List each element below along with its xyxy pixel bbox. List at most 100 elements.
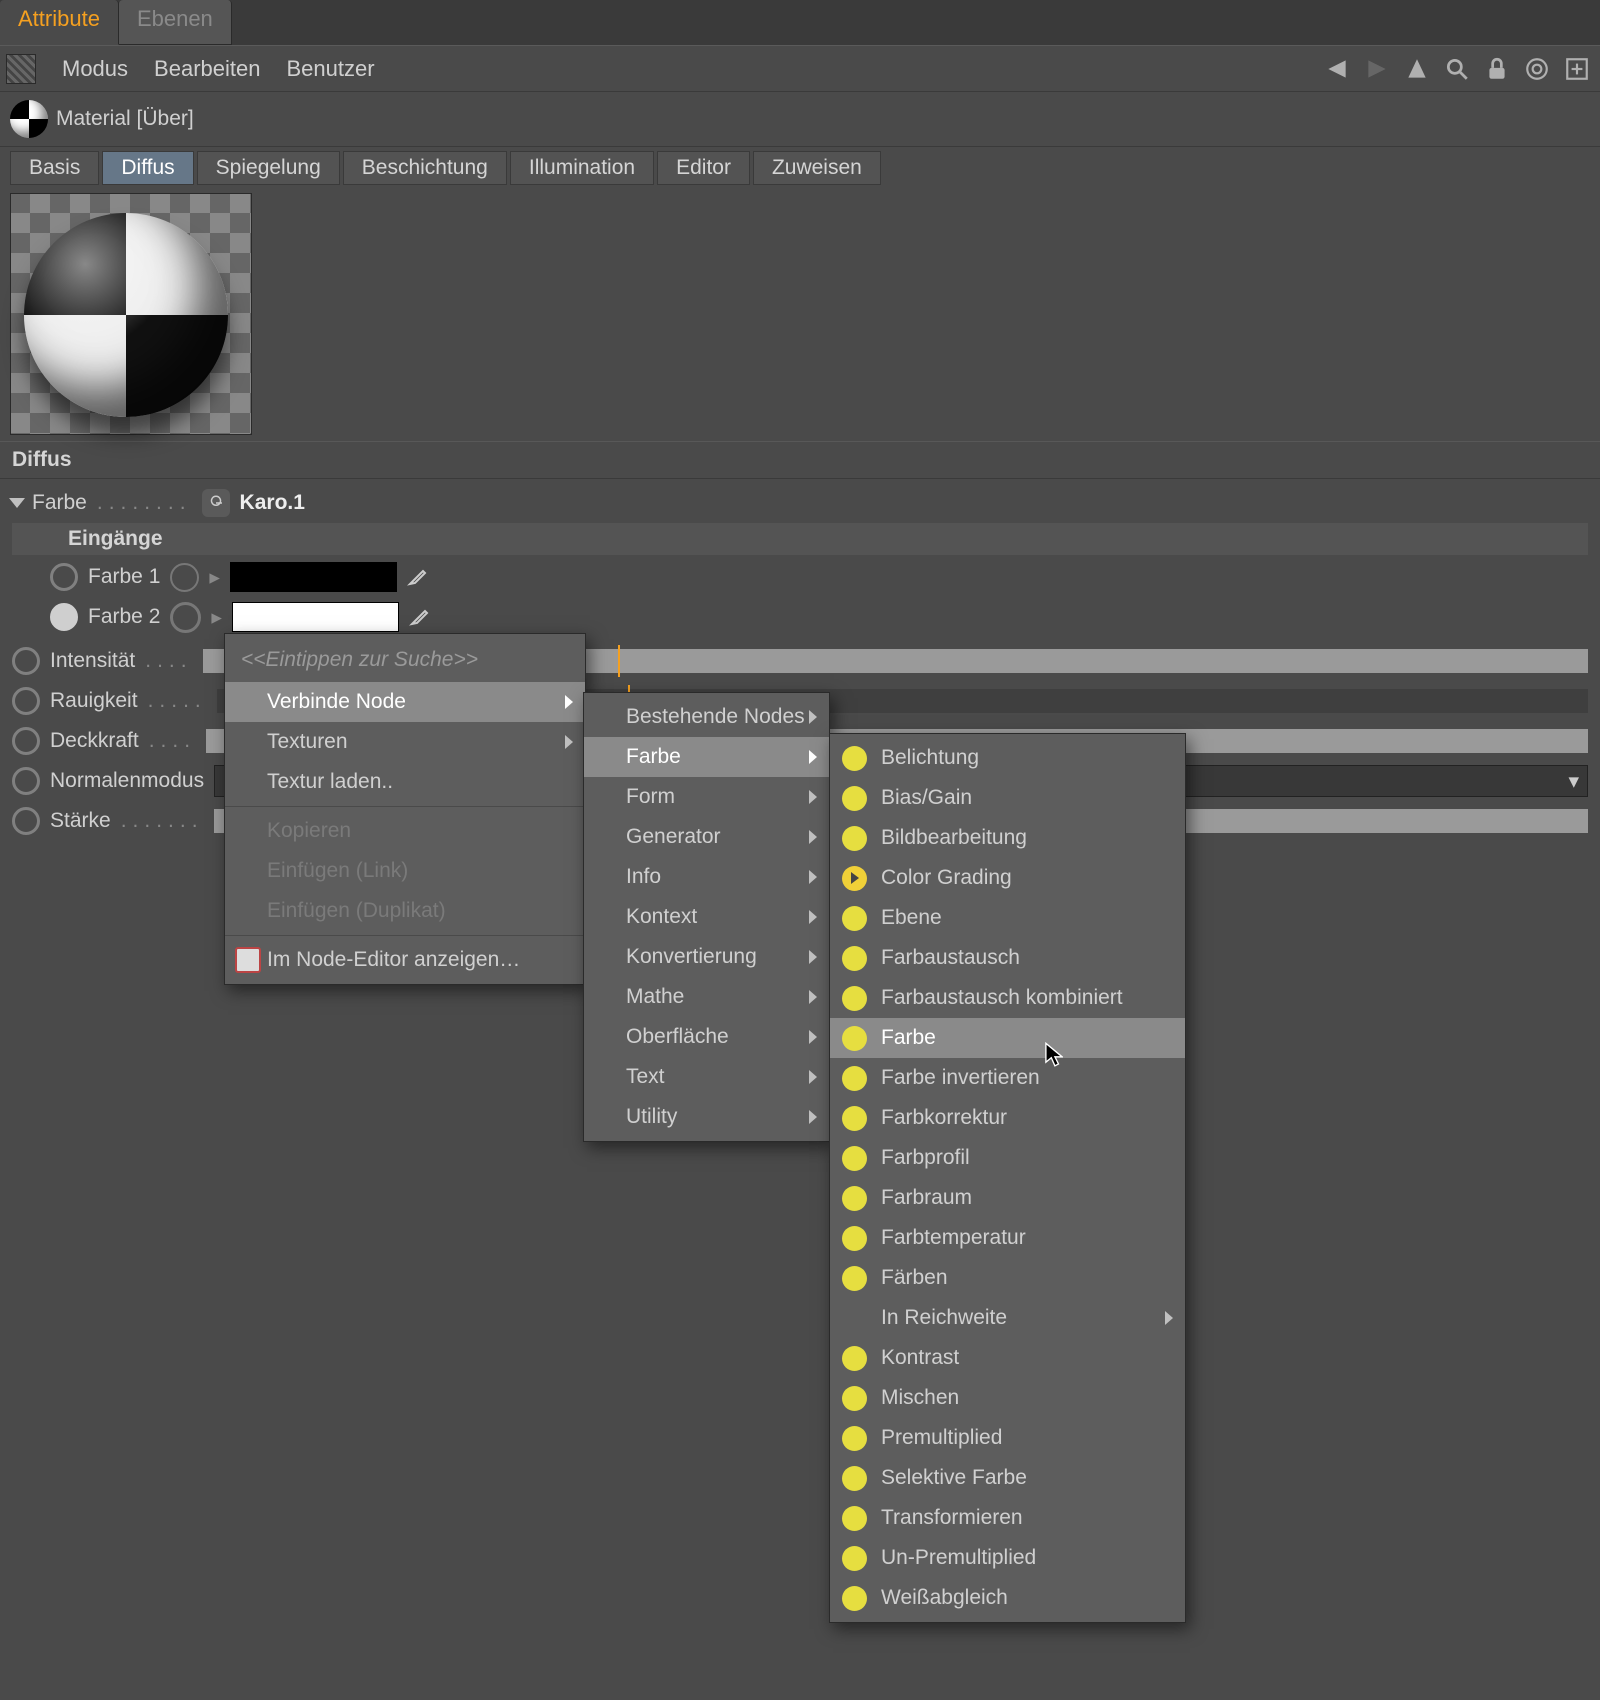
chevron-down-icon: ▾ — [1568, 769, 1579, 794]
ctx3-item[interactable]: Färben — [830, 1258, 1185, 1298]
node-dot-icon — [842, 1586, 867, 1611]
search-icon[interactable] — [1444, 56, 1470, 82]
ctx2-text[interactable]: Text — [584, 1057, 829, 1097]
tab-zuweisen[interactable]: Zuweisen — [753, 151, 881, 185]
port-rauigkeit[interactable] — [12, 687, 40, 715]
ctx2-kontext[interactable]: Kontext — [584, 897, 829, 937]
tab-illumination[interactable]: Illumination — [510, 151, 654, 185]
texture-slot-farbe2[interactable] — [170, 602, 201, 633]
ctx3-item[interactable]: Farbraum — [830, 1178, 1185, 1218]
ctx3-item[interactable]: Weißabgleich — [830, 1578, 1185, 1618]
ctx3-item[interactable]: Bias/Gain — [830, 778, 1185, 818]
context-menu-node: <<Eintippen zur Suche>> Verbinde Node Te… — [224, 633, 586, 985]
port-intensitaet[interactable] — [12, 647, 40, 675]
caret-icon[interactable]: ▸ — [209, 565, 220, 590]
ctx-texturen[interactable]: Texturen — [225, 722, 585, 762]
node-dot-icon — [842, 1106, 867, 1131]
label-farbe: Farbe — [32, 491, 87, 515]
ctx3-label: In Reichweite — [881, 1306, 1007, 1330]
ctx3-item[interactable]: Belichtung — [830, 738, 1185, 778]
tab-basis[interactable]: Basis — [10, 151, 99, 185]
ctx2-utility[interactable]: Utility — [584, 1097, 829, 1137]
mouse-cursor-icon — [1045, 1042, 1063, 1068]
lock-icon[interactable] — [1484, 56, 1510, 82]
ctx3-item[interactable]: Mischen — [830, 1378, 1185, 1418]
ctx3-item[interactable]: Farbprofil — [830, 1138, 1185, 1178]
ctx3-label: Weißabgleich — [881, 1586, 1008, 1610]
ctx2-bestehende[interactable]: Bestehende Nodes — [584, 697, 829, 737]
ctx3-item[interactable]: Color Grading — [830, 858, 1185, 898]
port-deckkraft[interactable] — [12, 727, 40, 755]
material-preview[interactable] — [10, 193, 252, 435]
ctx3-item[interactable]: Ebene — [830, 898, 1185, 938]
ctx2-info[interactable]: Info — [584, 857, 829, 897]
tab-beschichtung[interactable]: Beschichtung — [343, 151, 507, 185]
tab-attribute[interactable]: Attribute — [0, 0, 119, 45]
ctx3-item[interactable]: Premultiplied — [830, 1418, 1185, 1458]
new-panel-icon[interactable] — [1564, 56, 1590, 82]
link-icon[interactable] — [202, 489, 230, 517]
node-dot-icon — [842, 1146, 867, 1171]
tab-spiegelung[interactable]: Spiegelung — [197, 151, 340, 185]
ctx3-item[interactable]: Transformieren — [830, 1498, 1185, 1538]
ctx3-item[interactable]: Farbaustausch — [830, 938, 1185, 978]
ctx-verbinde-node[interactable]: Verbinde Node — [225, 682, 585, 722]
ctx2-konvertierung[interactable]: Konvertierung — [584, 937, 829, 977]
ctx3-item[interactable]: Farbe invertieren — [830, 1058, 1185, 1098]
ctx3-item[interactable]: Selektive Farbe — [830, 1458, 1185, 1498]
ctx3-item[interactable]: In Reichweite — [830, 1298, 1185, 1338]
port-farbe1[interactable] — [50, 563, 78, 591]
target-icon[interactable] — [1524, 56, 1550, 82]
ctx3-item[interactable]: Bildbearbeitung — [830, 818, 1185, 858]
label-intensitaet: Intensität — [50, 649, 135, 673]
ctx2-farbe[interactable]: Farbe — [584, 737, 829, 777]
nav-back-icon[interactable] — [1324, 56, 1350, 82]
context-search-input[interactable]: <<Eintippen zur Suche>> — [225, 638, 585, 682]
ctx3-item[interactable]: Un-Premultiplied — [830, 1538, 1185, 1578]
disclosure-icon[interactable] — [9, 498, 25, 508]
port-farbe2[interactable] — [50, 603, 78, 631]
tab-editor[interactable]: Editor — [657, 151, 750, 185]
ctx3-label: Farbe invertieren — [881, 1066, 1040, 1090]
farbe-value[interactable]: Karo.1 — [240, 491, 305, 515]
eyedropper-farbe1[interactable] — [407, 563, 435, 591]
node-dot-icon — [842, 1186, 867, 1211]
port-staerke[interactable] — [12, 807, 40, 835]
panel-grip-icon[interactable] — [6, 54, 36, 84]
ctx3-item[interactable]: Farbkorrektur — [830, 1098, 1185, 1138]
dots: ....... — [121, 809, 204, 833]
menubar: Modus Bearbeiten Benutzer — [0, 45, 1600, 92]
label-staerke: Stärke — [50, 809, 111, 833]
ctx-in-editor[interactable]: Im Node-Editor anzeigen… — [225, 940, 585, 980]
eyedropper-farbe2[interactable] — [409, 603, 437, 631]
swatch-farbe1[interactable] — [230, 562, 397, 592]
tab-diffus[interactable]: Diffus — [102, 151, 193, 185]
preview-sphere-icon — [24, 213, 228, 417]
menu-modus[interactable]: Modus — [62, 56, 128, 82]
save-icon — [235, 947, 261, 973]
ctx3-item[interactable]: Farbaustausch kombiniert — [830, 978, 1185, 1018]
ctx3-label: Ebene — [881, 906, 942, 930]
ctx3-item[interactable]: Kontrast — [830, 1338, 1185, 1378]
node-dot-icon — [842, 1546, 867, 1571]
nav-fwd-icon[interactable] — [1364, 56, 1390, 82]
ctx2-form[interactable]: Form — [584, 777, 829, 817]
texture-slot-farbe1[interactable] — [170, 563, 199, 592]
panel-tabs: Attribute Ebenen — [0, 0, 1600, 45]
caret-icon[interactable]: ▸ — [211, 605, 222, 630]
ctx-textur-laden[interactable]: Textur laden.. — [225, 762, 585, 802]
node-dot-icon — [842, 1266, 867, 1291]
node-dot-icon — [842, 866, 867, 891]
ctx2-mathe[interactable]: Mathe — [584, 977, 829, 1017]
port-normalenmodus[interactable] — [12, 767, 40, 795]
menu-benutzer[interactable]: Benutzer — [286, 56, 374, 82]
nav-up-icon[interactable] — [1404, 56, 1430, 82]
ctx2-oberflaeche[interactable]: Oberfläche — [584, 1017, 829, 1057]
ctx3-label: Kontrast — [881, 1346, 959, 1370]
ctx3-item[interactable]: Farbtemperatur — [830, 1218, 1185, 1258]
menu-bearbeiten[interactable]: Bearbeiten — [154, 56, 260, 82]
ctx2-generator[interactable]: Generator — [584, 817, 829, 857]
tab-ebenen[interactable]: Ebenen — [119, 0, 232, 45]
ctx3-item[interactable]: Farbe — [830, 1018, 1185, 1058]
swatch-farbe2[interactable] — [232, 602, 399, 632]
